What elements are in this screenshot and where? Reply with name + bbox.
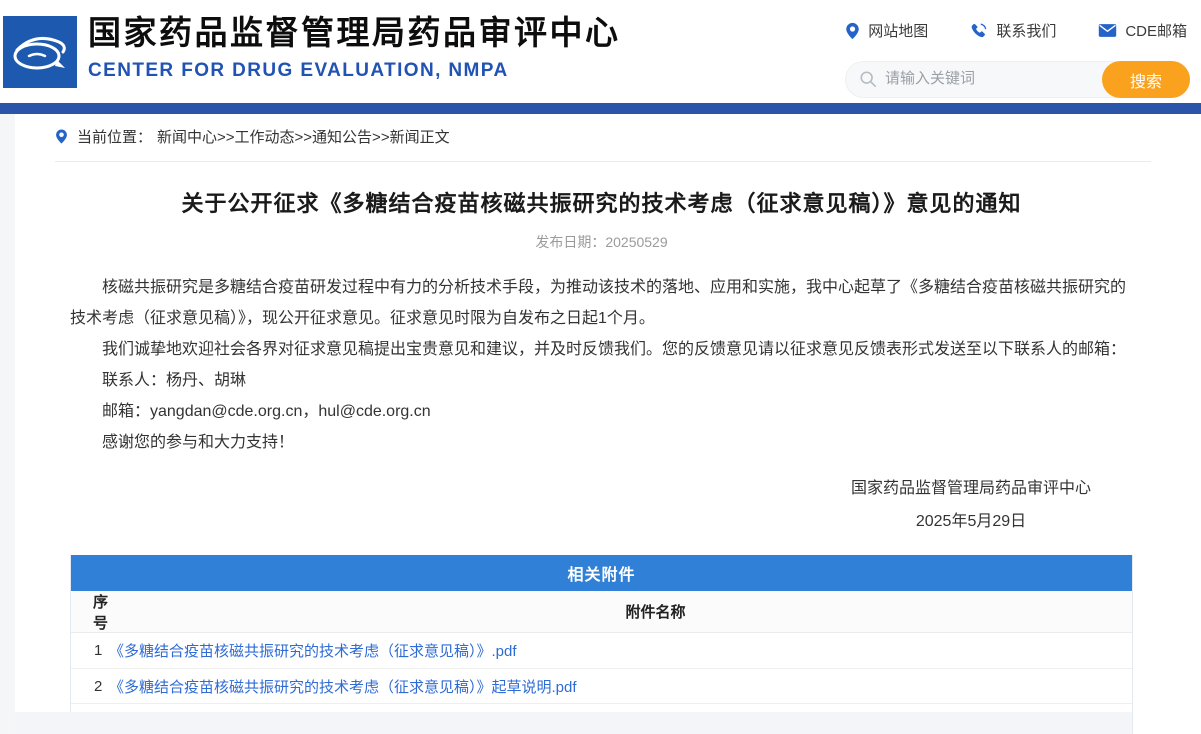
cde-logo[interactable] xyxy=(3,16,77,88)
publish-date-label: 发布日期： xyxy=(535,234,606,250)
cde-mail-link-label: CDE邮箱 xyxy=(1125,23,1187,40)
search-bar: 搜索 xyxy=(845,61,1190,98)
table-row: 2 《多糖结合疫苗核磁共振研究的技术考虑（征求意见稿）》起草说明.pdf xyxy=(71,668,1132,703)
cde-logo-icon xyxy=(13,36,66,70)
attachment-link[interactable]: 《多糖结合疫苗核磁共振研究的技术考虑（征求意见稿）》起草说明.pdf xyxy=(109,676,577,697)
row-index: 1 xyxy=(94,642,103,659)
breadcrumb-location-label: 当前位置： xyxy=(77,129,153,146)
contact-us-link[interactable]: 联系我们 xyxy=(970,20,1056,41)
mail-icon xyxy=(1099,24,1117,37)
page-bottom-strip xyxy=(15,712,1132,734)
paragraph-contact: 联系人：杨丹、胡琳 xyxy=(102,372,247,389)
article-title: 关于公开征求《多糖结合疫苗核磁共振研究的技术考虑（征求意见稿）》意见的通知 xyxy=(181,191,1022,216)
paragraph: 核磁共振研究是多糖结合疫苗研发过程中有力的分析技术手段，为推动该技术的落地、应用… xyxy=(70,279,1127,327)
org-title-block: 国家药品监督管理局药品审评中心 CENTER FOR DRUG EVALUATI… xyxy=(88,13,621,82)
table-row: 1 《多糖结合疫苗核磁共振研究的技术考虑（征求意见稿）》.pdf xyxy=(71,633,1132,668)
attachments-title: 相关附件 xyxy=(71,555,1132,591)
article-body: 核磁共振研究是多糖结合疫苗研发过程中有力的分析技术手段，为推动该技术的落地、应用… xyxy=(70,272,1133,458)
search-button[interactable]: 搜索 xyxy=(1102,61,1190,98)
breadcrumb: 当前位置： 新闻中心>>工作动态>>通知公告>>新闻正文 xyxy=(55,126,1151,162)
org-subtitle: CENTER FOR DRUG EVALUATION, NMPA xyxy=(88,60,509,81)
signature-block: 国家药品监督管理局药品审评中心 2025年5月29日 xyxy=(70,472,1133,538)
breadcrumb-pin-icon xyxy=(56,129,67,144)
org-title: 国家药品监督管理局药品审评中心 xyxy=(88,14,621,51)
row-index: 2 xyxy=(94,677,103,695)
sitemap-link[interactable]: 网站地图 xyxy=(845,20,928,41)
page: 国家药品监督管理局药品审评中心 CENTER FOR DRUG EVALUATI… xyxy=(0,0,1201,734)
publish-date-value: 20250529 xyxy=(605,234,668,250)
column-header-name: 附件名称 xyxy=(625,604,686,621)
quick-links: 网站地图 联系我们 CDE邮箱 xyxy=(845,20,1187,41)
search-input[interactable] xyxy=(885,62,1085,95)
contact-us-link-label: 联系我们 xyxy=(996,23,1057,40)
signature-org: 国家药品监督管理局药品审评中心 xyxy=(850,480,1091,497)
article: 关于公开征求《多糖结合疫苗核磁共振研究的技术考虑（征求意见稿）》意见的通知 发布… xyxy=(70,186,1133,538)
attachments-table: 相关附件 序号 附件名称 1 《多糖结合疫苗核磁共振研究的技术考虑（征求意见稿）… xyxy=(70,555,1133,734)
breadcrumb-path[interactable]: 新闻中心>>工作动态>>通知公告>>新闻正文 xyxy=(157,126,450,147)
attachment-link[interactable]: 《多糖结合疫苗核磁共振研究的技术考虑（征求意见稿）》.pdf xyxy=(109,640,517,661)
cde-mail-link[interactable]: CDE邮箱 xyxy=(1098,20,1187,41)
map-pin-icon xyxy=(846,22,860,39)
paragraph-email: 邮箱：yangdan@cde.org.cn，hul@cde.org.cn xyxy=(102,403,431,420)
publish-date: 发布日期：20250529 xyxy=(70,232,1133,252)
attachments-header-row: 序号 附件名称 xyxy=(71,591,1132,633)
signature-date: 2025年5月29日 xyxy=(915,513,1027,530)
column-header-index: 序号 xyxy=(93,593,109,632)
sitemap-link-label: 网站地图 xyxy=(868,23,929,40)
search-icon xyxy=(860,71,877,88)
top-divider-bar xyxy=(0,103,1201,114)
paragraph: 我们诚挚地欢迎社会各界对征求意见稿提出宝贵意见和建议，并及时反馈我们。您的反馈意… xyxy=(102,341,1127,358)
page-left-strip xyxy=(0,114,15,734)
site-header: 国家药品监督管理局药品审评中心 CENTER FOR DRUG EVALUATI… xyxy=(0,0,1201,103)
phone-icon xyxy=(971,23,987,37)
paragraph-thanks: 感谢您的参与和大力支持！ xyxy=(102,434,295,451)
